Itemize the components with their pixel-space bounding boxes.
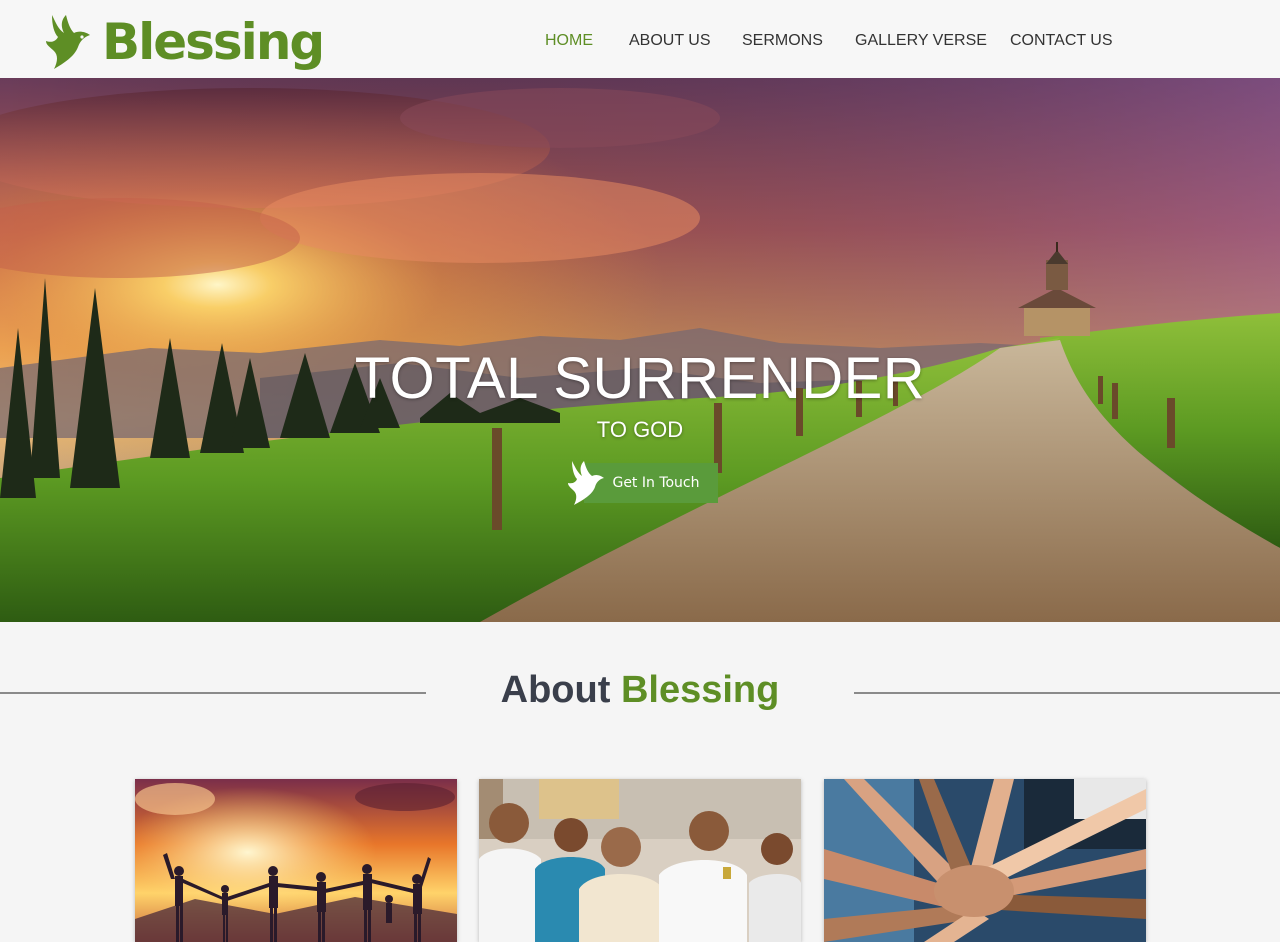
people-silhouettes-sunset-image xyxy=(135,779,457,942)
hero-subtitle: TO GOD xyxy=(596,417,684,442)
about-heading: About Blessing xyxy=(0,664,1280,716)
congregation-praying-image xyxy=(479,779,801,942)
site-header: Blessing HOME ABOUT US SERMONS GALLERY V… xyxy=(0,0,1280,78)
get-in-touch-button[interactable]: Get In Touch xyxy=(566,461,718,505)
nav-home[interactable]: HOME xyxy=(545,32,593,50)
about-card-congregation[interactable] xyxy=(479,779,801,942)
nav-contact-us[interactable]: CONTACT US xyxy=(1010,32,1113,50)
main-nav: HOME ABOUT US SERMONS GALLERY VERSE CONT… xyxy=(0,32,1280,56)
hero-title: TOTAL SURRENDER xyxy=(354,346,926,411)
about-card-hands[interactable] xyxy=(824,779,1146,942)
nav-about-us[interactable]: ABOUT US xyxy=(629,32,711,50)
nav-sermons[interactable]: SERMONS xyxy=(742,32,823,50)
nav-gallery-verse[interactable]: GALLERY VERSE xyxy=(855,32,987,50)
about-heading-word: About xyxy=(500,669,611,711)
stacked-hands-image xyxy=(824,779,1146,942)
about-section-header: About Blessing xyxy=(0,664,1280,720)
dove-icon xyxy=(568,461,604,505)
about-heading-brand: Blessing xyxy=(620,669,780,711)
about-card-silhouettes[interactable] xyxy=(135,779,457,942)
hero-banner: TOTAL SURRENDER TO GOD Get In Touch xyxy=(0,78,1280,622)
